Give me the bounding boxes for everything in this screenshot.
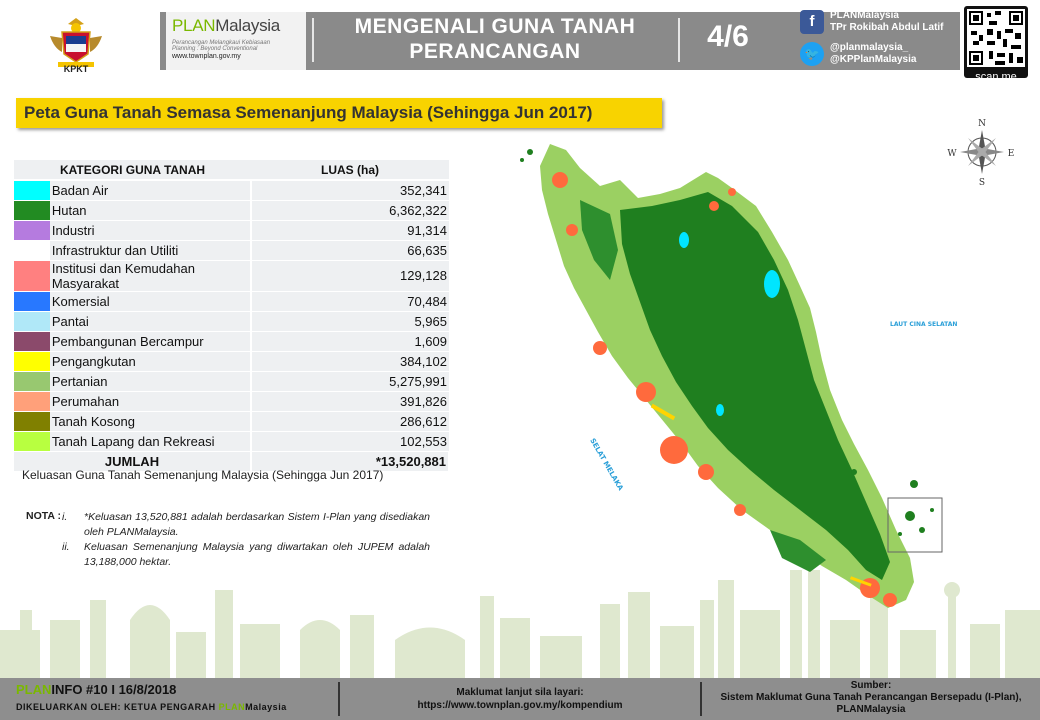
color-swatch (14, 180, 50, 201)
plan-website-url[interactable]: www.townplan.gov.my (172, 53, 300, 60)
color-swatch (14, 291, 50, 312)
color-swatch (14, 200, 50, 221)
peninsular-malaysia-land-use-map: LAUT CINA SELATAN SELAT MELAKA (520, 144, 957, 608)
table-row: Pertanian 5,275,991 (14, 371, 449, 392)
lake (679, 232, 689, 248)
note-item: i. *Keluasan 13,520,881 adalah berdasark… (62, 511, 430, 538)
issue-number: PLANINFO #10 I 16/8/2018 (16, 682, 177, 697)
area-cell: 102,553 (251, 431, 449, 452)
table-row: Komersial 70,484 (14, 291, 449, 312)
header: KPKT PLANMalaysia Perancangan Melangkaui… (0, 0, 1040, 88)
category-cell: Infrastruktur dan Utiliti (49, 240, 253, 261)
category-cell: Pembangunan Bercampur (49, 331, 253, 352)
page-number: 4/6 (707, 20, 749, 53)
color-swatch (14, 371, 50, 392)
category-cell: Tanah Kosong (49, 411, 253, 432)
twitter-icon: 🐦 (800, 42, 824, 66)
table-row: Pembangunan Bercampur 1,609 (14, 331, 449, 352)
compass-south: S (979, 178, 985, 186)
header-divider (312, 18, 314, 62)
table-row: Perumahan 391,826 (14, 391, 449, 412)
color-swatch (14, 431, 50, 452)
qr-code-icon (967, 9, 1025, 67)
source-info: Sumber: Sistem Maklumat Guna Tanah Peran… (720, 680, 1022, 715)
area-cell: 91,314 (251, 220, 449, 241)
qr-code[interactable]: scan me (964, 6, 1028, 83)
table-row: Badan Air 352,341 (14, 180, 449, 201)
category-cell: Pertanian (49, 371, 253, 392)
table-body: Badan Air 352,341 Hutan 6,362,322 Industri 91… (14, 180, 449, 452)
area-cell: 1,609 (251, 331, 449, 352)
area-cell: 5,275,991 (251, 371, 449, 392)
facebook-link[interactable]: f PLANMalaysia TPr Rokibah Abdul Latif (800, 10, 944, 34)
color-swatch (14, 311, 50, 332)
facebook-icon: f (800, 10, 824, 34)
area-cell: 5,965 (251, 311, 449, 332)
twitter-link[interactable]: 🐦 @planmalaysia_ @KPPlanMalaysia (800, 42, 916, 66)
more-info-link[interactable]: https://www.townplan.gov.my/kompendium (380, 699, 660, 712)
header-area: LUAS (ha) (251, 160, 449, 181)
qr-label: scan me (975, 71, 1017, 83)
table-row: Institusi dan Kemudahan Masyarakat 129,12… (14, 260, 449, 292)
table-row: Hutan 6,362,322 (14, 200, 449, 221)
lake (716, 404, 724, 416)
kpkt-label: KPKT (63, 64, 89, 74)
color-swatch (14, 411, 50, 432)
issued-by: DIKELUARKAN OLEH: KETUA PENGARAH PLANMal… (16, 702, 287, 712)
lake (764, 270, 780, 298)
category-cell: Pantai (49, 311, 253, 332)
table-row: Pengangkutan 384,102 (14, 351, 449, 372)
color-swatch (14, 331, 50, 352)
category-cell: Tanah Lapang dan Rekreasi (49, 431, 253, 452)
table-row: Tanah Lapang dan Rekreasi 102,553 (14, 431, 449, 452)
footer-issue-info: PLANINFO #10 I 16/8/2018 DIKELUARKAN OLE… (16, 682, 287, 712)
compass-west: W (947, 149, 957, 159)
area-cell: 352,341 (251, 180, 449, 201)
color-swatch (14, 220, 50, 241)
color-swatch (14, 351, 50, 372)
header-divider (678, 18, 680, 62)
area-cell: 286,612 (251, 411, 449, 432)
color-swatch (14, 260, 50, 292)
table-row: Tanah Kosong 286,612 (14, 411, 449, 432)
table-row: Pantai 5,965 (14, 311, 449, 332)
compass-rose-icon: N S E W (947, 119, 1015, 186)
social-links: f PLANMalaysia TPr Rokibah Abdul Latif 🐦… (800, 10, 960, 70)
category-cell: Hutan (49, 200, 253, 221)
compass-north: N (978, 119, 986, 129)
color-swatch (14, 240, 50, 261)
notes-label: NOTA : (26, 510, 61, 522)
area-cell: 384,102 (251, 351, 449, 372)
category-cell: Institusi dan Kemudahan Masyarakat (49, 260, 253, 292)
header-category: KATEGORI GUNA TANAH (14, 160, 252, 181)
planmalaysia-logo-box: PLANMalaysia Perancangan Melangkaui Kebi… (166, 12, 306, 70)
area-cell: 66,635 (251, 240, 449, 261)
category-cell: Perumahan (49, 391, 253, 412)
strait-of-malacca-label: SELAT MELAKA (588, 437, 625, 492)
table-row: Industri 91,314 (14, 220, 449, 241)
category-cell: Pengangkutan (49, 351, 253, 372)
area-cell: 6,362,322 (251, 200, 449, 221)
compass-east: E (1008, 149, 1015, 159)
footer-divider (700, 682, 702, 716)
category-cell: Komersial (49, 291, 253, 312)
color-swatch (14, 391, 50, 412)
area-cell: 129,128 (251, 260, 449, 292)
more-info: Maklumat lanjut sila layari: https://www… (380, 686, 660, 712)
plan-tagline-english: Planning : Beyond Conventional (172, 46, 258, 52)
category-cell: Industri (49, 220, 253, 241)
south-china-sea-label: LAUT CINA SELATAN (890, 321, 957, 328)
table-header-row: KATEGORI GUNA TANAH LUAS (ha) (14, 160, 449, 181)
planmalaysia-wordmark: PLANMalaysia (172, 16, 280, 35)
category-cell: Badan Air (49, 180, 253, 201)
land-use-table: KATEGORI GUNA TANAH LUAS (ha) Badan Air 3… (14, 160, 450, 472)
table-caption: Keluasan Guna Tanah Semenanjung Malaysia… (22, 468, 384, 482)
footer-divider (338, 682, 340, 716)
page-title: MENGENALI GUNA TANAH PERANCANGAN (354, 15, 636, 63)
area-cell: 391,826 (251, 391, 449, 412)
footer: PLANINFO #10 I 16/8/2018 DIKELUARKAN OLE… (0, 678, 1040, 720)
table-row: Infrastruktur dan Utiliti 66,635 (14, 240, 449, 261)
area-cell: 70,484 (251, 291, 449, 312)
